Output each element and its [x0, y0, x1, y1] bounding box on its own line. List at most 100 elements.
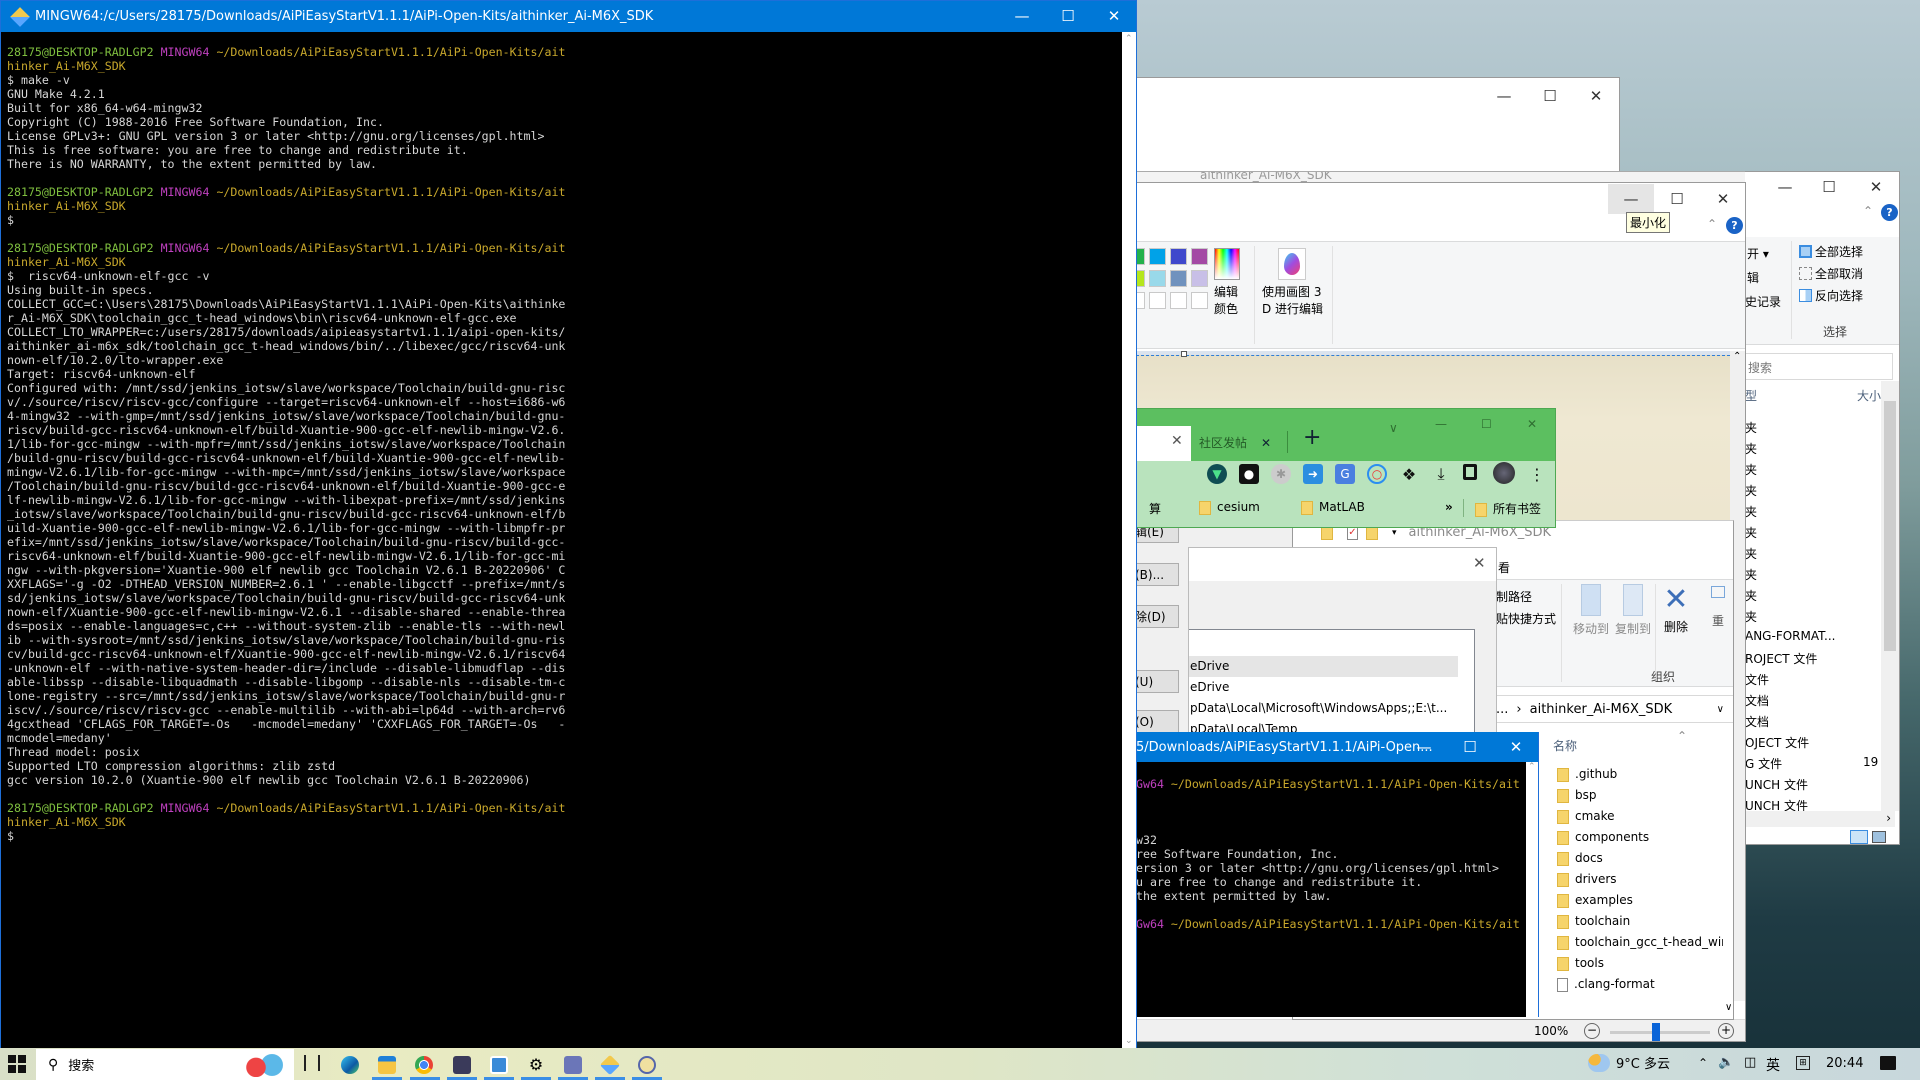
vertical-scrollbar[interactable]: [1881, 381, 1899, 811]
settings-icon[interactable]: ⚙: [527, 1056, 545, 1074]
bookmark-item[interactable]: 算: [1149, 500, 1161, 517]
breadcrumb-ellipsis[interactable]: ...: [1496, 702, 1508, 717]
edge-icon[interactable]: [341, 1056, 359, 1074]
taskbar-search[interactable]: ⚲ 搜索: [36, 1049, 294, 1080]
minimize-button[interactable]: —: [1401, 732, 1447, 762]
invert-selection-button[interactable]: 反向选择: [1799, 287, 1863, 304]
extension-icon[interactable]: ○: [1367, 464, 1387, 484]
list-item[interactable]: 文档: [1745, 711, 1879, 731]
rename-button[interactable]: 重: [1711, 586, 1725, 629]
list-item[interactable]: ANG-FORMAT...: [1745, 627, 1879, 647]
delete-button[interactable]: ✕ 删除: [1661, 582, 1691, 635]
scroll-up-icon[interactable]: ⌃: [1733, 351, 1741, 362]
ime-mode-icon[interactable]: ⊞: [1796, 1056, 1810, 1070]
env-dialog-button[interactable]: 除(D): [1132, 605, 1179, 628]
color-swatch[interactable]: [1191, 270, 1208, 287]
horizontal-scrollbar[interactable]: ›: [1745, 811, 1895, 827]
show-hidden-icons[interactable]: ⌃: [1698, 1056, 1708, 1070]
weather-widget[interactable]: 9°C 多云: [1588, 1053, 1670, 1072]
file-row[interactable]: components: [1557, 830, 1723, 850]
env-list-item[interactable]: pData\Local\Microsoft\WindowsApps;;E:\t.…: [1189, 698, 1458, 719]
list-item[interactable]: 夹: [1745, 543, 1879, 563]
file-row[interactable]: toolchain_gcc_t-head_windo: [1557, 935, 1723, 955]
list-item[interactable]: 夹: [1745, 459, 1879, 479]
maximize-button[interactable]: ☐: [1654, 184, 1700, 214]
start-button[interactable]: [8, 1055, 26, 1073]
select-all-button[interactable]: 全部选择: [1799, 243, 1863, 260]
list-item[interactable]: 夹: [1745, 417, 1879, 437]
address-bar[interactable]: ... › aithinker_Ai-M6X_SDK ∨: [1493, 695, 1733, 723]
color-swatch[interactable]: [1136, 248, 1145, 265]
maximize-button[interactable]: ☐: [1481, 417, 1492, 431]
app-icon[interactable]: [453, 1056, 471, 1074]
color-swatch[interactable]: [1149, 248, 1166, 265]
list-item[interactable]: 夹: [1745, 564, 1879, 584]
list-item[interactable]: 夹: [1745, 480, 1879, 500]
empty-color-swatch[interactable]: [1149, 292, 1166, 309]
help-icon[interactable]: ?: [1881, 204, 1898, 221]
file-row[interactable]: .github: [1557, 767, 1723, 787]
list-item[interactable]: UNCH 文件: [1745, 774, 1879, 794]
close-button[interactable]: ✕: [1493, 732, 1538, 762]
list-item[interactable]: 文件: [1745, 669, 1879, 689]
bookmark-item[interactable]: MatLAB: [1301, 500, 1365, 515]
download-icon[interactable]: ⤓: [1431, 464, 1451, 484]
chrome-icon[interactable]: [415, 1056, 433, 1074]
env-dialog-button[interactable]: (B)...: [1132, 563, 1179, 586]
edit-colors-button[interactable]: 编辑 颜色: [1214, 248, 1248, 338]
empty-color-swatch[interactable]: [1191, 292, 1208, 309]
terminal-output[interactable]: 28175@DESKTOP-RADLGP2 MINGW64 ~/Download…: [7, 45, 565, 843]
paste-shortcut-button[interactable]: 贴快捷方式: [1496, 610, 1556, 627]
translate-icon[interactable]: G: [1335, 464, 1355, 484]
scroll-down-icon[interactable]: ∨: [1725, 1002, 1732, 1013]
breadcrumb-current[interactable]: aithinker_Ai-M6X_SDK: [1530, 702, 1673, 717]
color-swatch[interactable]: [1136, 270, 1145, 287]
details-view-icon[interactable]: [1850, 830, 1868, 844]
copy-to-button[interactable]: 复制到: [1615, 584, 1651, 637]
move-to-button[interactable]: 移动到: [1573, 584, 1609, 637]
collapse-ribbon-icon[interactable]: ⌃: [1863, 204, 1873, 218]
env-dialog-button[interactable]: (U): [1132, 670, 1179, 693]
tab-inactive-left[interactable]: ✕: [1137, 426, 1191, 461]
paint3d-button[interactable]: 使用画图 3 D 进行编辑: [1262, 248, 1323, 338]
list-item[interactable]: ROJECT 文件: [1745, 648, 1879, 668]
volume-icon[interactable]: 🔈: [1718, 1055, 1734, 1070]
bookmarks-more-button[interactable]: »: [1445, 500, 1453, 514]
close-button[interactable]: ✕: [1091, 1, 1137, 31]
extension-icon[interactable]: ●: [1239, 464, 1259, 484]
file-explorer-icon[interactable]: [378, 1056, 396, 1074]
scroll-down-icon[interactable]: ⌄: [1125, 1036, 1133, 1046]
color-swatch[interactable]: [1149, 270, 1166, 287]
env-list[interactable]: eDrive eDrive pData\Local\Microsoft\Window…: [1189, 629, 1475, 736]
tab-view[interactable]: 看: [1498, 559, 1510, 576]
list-item[interactable]: 夹: [1745, 522, 1879, 542]
bookmark-item[interactable]: cesium: [1199, 500, 1260, 515]
extension-icon[interactable]: ✱: [1271, 464, 1291, 484]
color-swatch[interactable]: [1170, 270, 1187, 287]
app-icon[interactable]: [490, 1056, 508, 1074]
env-dialog-button[interactable]: (O): [1132, 710, 1179, 733]
close-button[interactable]: ✕: [1573, 81, 1619, 111]
file-row[interactable]: cmake: [1557, 809, 1723, 829]
list-item[interactable]: OJECT 文件: [1745, 732, 1879, 752]
list-item[interactable]: 夹: [1745, 501, 1879, 521]
file-row[interactable]: toolchain: [1557, 914, 1723, 934]
minimize-button[interactable]: —: [999, 1, 1045, 31]
close-button[interactable]: ✕: [1473, 554, 1486, 572]
scrollbar-thumb[interactable]: [1884, 401, 1896, 651]
file-row[interactable]: examples: [1557, 893, 1723, 913]
close-tab-icon[interactable]: ✕: [1261, 436, 1271, 450]
env-list-item[interactable]: eDrive: [1189, 677, 1458, 698]
file-row[interactable]: docs: [1557, 851, 1723, 871]
extension-icon[interactable]: ➜: [1303, 464, 1323, 484]
file-row[interactable]: bsp: [1557, 788, 1723, 808]
help-icon[interactable]: ?: [1726, 217, 1743, 234]
vertical-scrollbar[interactable]: ⌃ ⌄: [1122, 32, 1136, 1048]
zoom-slider-thumb[interactable]: [1652, 1023, 1660, 1041]
vertical-scrollbar[interactable]: ∨: [1725, 727, 1733, 1017]
maximize-button[interactable]: ☐: [1447, 732, 1493, 762]
address-dropdown-icon[interactable]: ∨: [1717, 704, 1724, 715]
ribbon-history-partial[interactable]: 史记录: [1745, 293, 1781, 310]
paint-icon[interactable]: [638, 1056, 656, 1074]
list-item[interactable]: 夹: [1745, 585, 1879, 605]
